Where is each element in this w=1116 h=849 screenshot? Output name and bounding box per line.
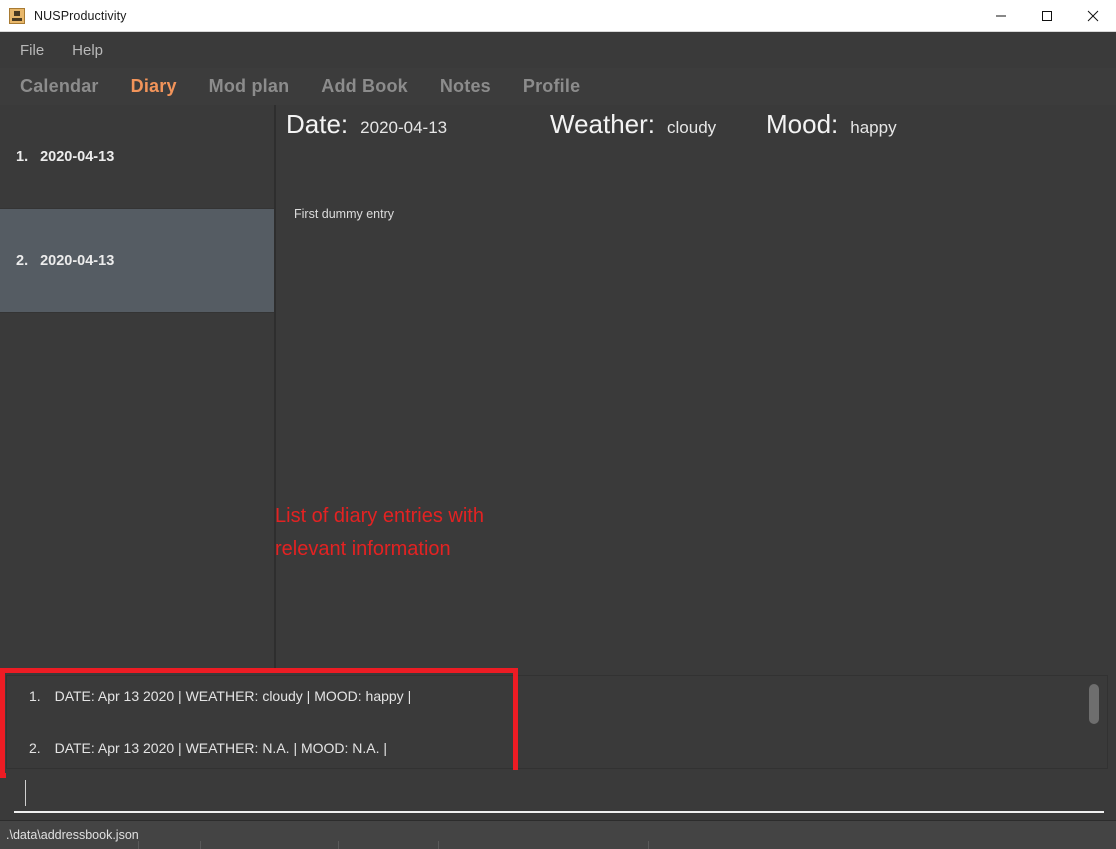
date-label: Date: bbox=[286, 109, 349, 139]
status-divider bbox=[438, 841, 439, 849]
diary-entry-list[interactable]: 1. 2020-04-13 2. 2020-04-13 bbox=[0, 105, 276, 668]
mood-label: Mood: bbox=[766, 109, 839, 139]
diary-detail-pane: Date: 2020-04-13 Weather: cloudy Mood: h… bbox=[278, 105, 1116, 668]
result-scrollbar-thumb[interactable] bbox=[1089, 684, 1099, 724]
status-bar: .\data\addressbook.json bbox=[0, 820, 1116, 849]
result-display-box: 1. DATE: Apr 13 2020 | WEATHER: cloudy |… bbox=[6, 675, 1108, 769]
window-title: NUSProductivity bbox=[34, 8, 127, 23]
list-item-index: 1. bbox=[16, 148, 29, 165]
result-line-text: DATE: Apr 13 2020 | WEATHER: N.A. | MOOD… bbox=[54, 740, 388, 756]
result-line: 2. DATE: Apr 13 2020 | WEATHER: N.A. | M… bbox=[29, 740, 387, 756]
status-divider bbox=[338, 841, 339, 849]
list-item[interactable]: 2. 2020-04-13 bbox=[0, 209, 274, 313]
command-input-underline bbox=[14, 811, 1104, 813]
menu-item-help[interactable]: Help bbox=[62, 39, 113, 62]
menu-item-file[interactable]: File bbox=[10, 39, 54, 62]
tab-diary[interactable]: Diary bbox=[119, 74, 189, 99]
app-icon bbox=[9, 7, 25, 24]
result-line-index: 2. bbox=[29, 740, 41, 756]
result-line-text: DATE: Apr 13 2020 | WEATHER: cloudy | MO… bbox=[54, 688, 412, 704]
date-value: 2020-04-13 bbox=[360, 118, 448, 137]
command-input[interactable] bbox=[6, 770, 1110, 816]
list-item[interactable]: 1. 2020-04-13 bbox=[0, 105, 274, 209]
mood-value: happy bbox=[850, 118, 897, 137]
diary-detail-header: Date: 2020-04-13 Weather: cloudy Mood: h… bbox=[278, 105, 1116, 157]
status-divider bbox=[138, 841, 139, 849]
weather-label: Weather: bbox=[550, 109, 656, 139]
weather-field: Weather: cloudy bbox=[550, 109, 716, 140]
title-bar: NUSProductivity bbox=[0, 0, 1116, 32]
list-item-index: 2. bbox=[16, 252, 29, 269]
status-divider bbox=[648, 841, 649, 849]
tab-add-book[interactable]: Add Book bbox=[309, 74, 420, 99]
tab-notes[interactable]: Notes bbox=[428, 74, 503, 99]
application-window: NUSProductivity File Help Calendar Diary… bbox=[0, 0, 1116, 849]
minimize-icon[interactable] bbox=[978, 0, 1024, 31]
list-item-date: 2020-04-13 bbox=[40, 148, 115, 165]
result-line: 1. DATE: Apr 13 2020 | WEATHER: cloudy |… bbox=[29, 688, 411, 704]
menu-bar: File Help bbox=[0, 32, 1116, 68]
diary-entry-text: First dummy entry bbox=[294, 207, 395, 221]
tab-mod-plan[interactable]: Mod plan bbox=[197, 74, 302, 99]
window-controls bbox=[978, 0, 1116, 31]
tab-calendar[interactable]: Calendar bbox=[8, 74, 111, 99]
weather-value: cloudy bbox=[667, 118, 717, 137]
maximize-icon[interactable] bbox=[1024, 0, 1070, 31]
status-divider bbox=[200, 841, 201, 849]
close-icon[interactable] bbox=[1070, 0, 1116, 31]
mood-field: Mood: happy bbox=[766, 109, 897, 140]
text-caret-icon bbox=[25, 780, 26, 806]
status-file-path: .\data\addressbook.json bbox=[6, 828, 139, 842]
tab-profile[interactable]: Profile bbox=[511, 74, 592, 99]
list-item-date: 2020-04-13 bbox=[40, 252, 115, 269]
annotation-text: List of diary entries with relevant info… bbox=[275, 505, 484, 560]
date-field: Date: 2020-04-13 bbox=[286, 109, 447, 140]
result-line-index: 1. bbox=[29, 688, 41, 704]
tab-bar: Calendar Diary Mod plan Add Book Notes P… bbox=[0, 68, 1116, 105]
